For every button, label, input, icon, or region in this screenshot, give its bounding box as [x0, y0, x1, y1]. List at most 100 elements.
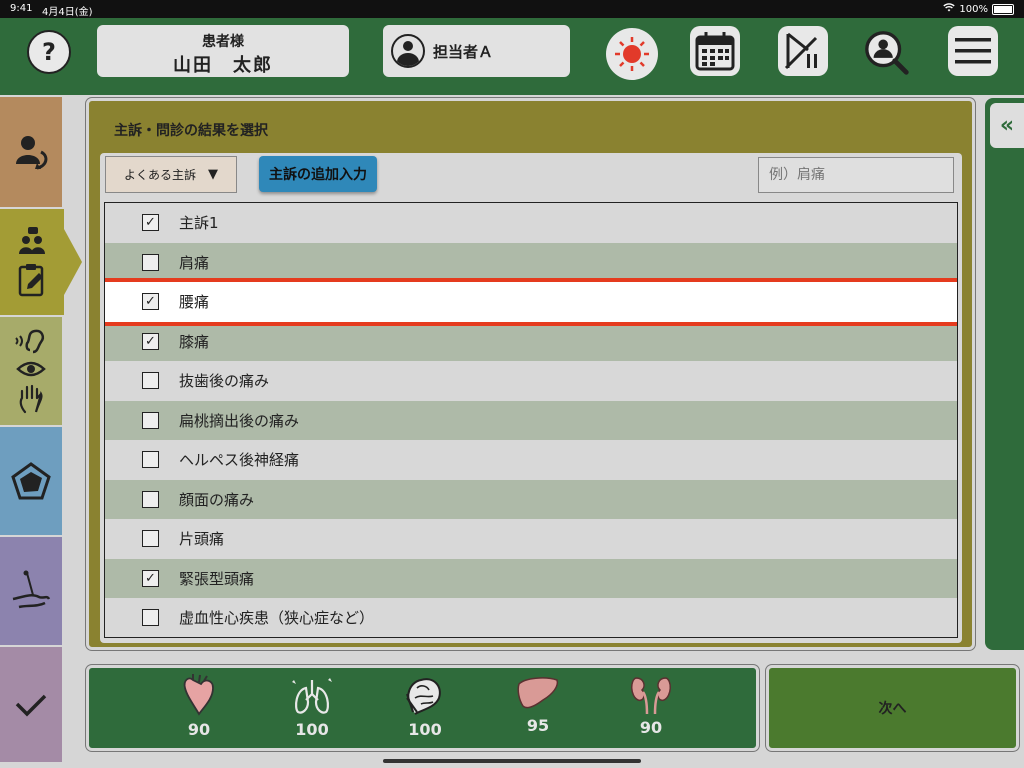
list-item[interactable]: ✓ 主訴1 [105, 203, 957, 243]
list-item[interactable]: 顔面の痛み [105, 479, 957, 519]
list-item-label: 肩痛 [179, 253, 210, 272]
complaint-selector: よくある主訴 ▼ 主訴の追加入力 ✓ 主訴1 肩痛 ✓ 腰痛 ✓ 膝痛 抜歯後の痛み … [100, 153, 962, 643]
sidebar-tab-treatment[interactable] [0, 537, 62, 645]
list-item-label: ヘルペス後神経痛 [179, 451, 300, 470]
add-complaint-button[interactable]: 主訴の追加入力 [259, 156, 377, 192]
next-button[interactable]: 次へ [766, 665, 1019, 751]
complaint-search-input[interactable] [758, 157, 954, 193]
radar-chart-icon [11, 462, 51, 500]
checkbox-checked[interactable]: ✓ [142, 569, 159, 587]
dropdown-arrow-icon: ▼ [208, 167, 218, 182]
header-bar: ? 患者様 山田 太郎 担当者Ａ [0, 18, 1024, 95]
hand-icon [19, 384, 43, 414]
organ-liver: 95 [508, 674, 568, 744]
list-item-label: 膝痛 [179, 332, 210, 351]
status-date: 4月4日(金) [42, 7, 93, 18]
liver-icon [517, 677, 559, 709]
list-item-label: 主訴1 [179, 214, 219, 233]
patient-search-button[interactable] [862, 28, 914, 80]
checkbox-checked[interactable]: ✓ [142, 214, 159, 232]
checkbox[interactable] [142, 372, 159, 390]
list-item[interactable]: 肩痛 [105, 242, 957, 282]
calendar-button[interactable] [690, 26, 740, 76]
avatar-icon [391, 34, 425, 68]
lungs-value: 100 [295, 720, 329, 739]
staff-name: 担当者Ａ [433, 42, 494, 61]
sidebar-tab-reception[interactable] [0, 97, 62, 207]
sidebar-tab-interview[interactable] [0, 209, 82, 315]
staff-card[interactable]: 担当者Ａ [383, 25, 570, 77]
clipboard-edit-icon [18, 264, 44, 297]
status-time: 9:41 [10, 3, 33, 14]
list-item[interactable]: ✓ 腰痛 [105, 278, 957, 326]
status-bar: 9:41 4月4日(金) 100% [0, 0, 1024, 18]
sidebar-tab-complete[interactable] [0, 647, 62, 762]
list-item-label: 抜歯後の痛み [179, 372, 270, 391]
list-item[interactable]: 扁桃摘出後の痛み [105, 400, 957, 440]
checkbox-checked[interactable]: ✓ [142, 293, 159, 311]
battery-icon [992, 3, 1014, 15]
heart-icon [183, 674, 214, 716]
list-item-label: 腰痛 [179, 293, 210, 312]
list-item[interactable]: 片頭痛 [105, 519, 957, 559]
eye-icon [16, 361, 46, 377]
liver-value: 95 [526, 716, 550, 735]
play-pause-button[interactable] [778, 26, 828, 76]
play-pause-icon [784, 32, 818, 70]
status-battery: 100% [943, 3, 1014, 15]
organ-brain: 100 [395, 674, 455, 744]
expand-panel-button[interactable]: « [990, 103, 1024, 148]
battery-percent: 100% [959, 3, 988, 15]
checkmark-icon [15, 694, 47, 716]
step-sidebar [0, 97, 82, 762]
checkbox-checked[interactable]: ✓ [142, 332, 159, 350]
organ-lungs: 100 [282, 674, 342, 744]
checkbox[interactable] [142, 253, 159, 271]
page-title: 主訴・問診の結果を選択 [114, 123, 268, 139]
list-item[interactable]: ✓ 緊張型頭痛 [105, 558, 957, 598]
acupuncture-icon [12, 570, 51, 609]
brain-value: 100 [408, 720, 442, 739]
list-item[interactable]: 虚血性心疾患（狭心症など） [105, 598, 957, 637]
patient-reception-icon [16, 136, 48, 170]
organ-heart: 90 [169, 674, 229, 744]
user-search-icon [865, 31, 909, 75]
sidebar-tab-radar[interactable] [0, 427, 62, 535]
list-item-label: 扁桃摘出後の痛み [179, 411, 300, 430]
kidneys-icon [631, 677, 671, 715]
checkbox[interactable] [142, 490, 159, 508]
patient-card[interactable]: 患者様 山田 太郎 [97, 25, 349, 77]
list-item[interactable]: ヘルペス後神経痛 [105, 440, 957, 480]
kidneys-value: 90 [639, 718, 663, 737]
common-complaints-dropdown[interactable]: よくある主訴 ▼ [105, 156, 237, 193]
organ-kidneys: 90 [621, 674, 681, 744]
home-indicator [383, 759, 641, 763]
help-button[interactable]: ? [27, 30, 71, 74]
sun-icon [615, 37, 649, 71]
organ-status-bar: 90 100 100 95 90 [86, 665, 759, 751]
patient-name: 山田 太郎 [173, 55, 273, 76]
checkbox[interactable] [142, 530, 159, 548]
checkbox[interactable] [142, 609, 159, 627]
checkbox[interactable] [142, 451, 159, 469]
checkbox[interactable] [142, 411, 159, 429]
heart-value: 90 [187, 720, 211, 739]
hamburger-icon [955, 38, 991, 64]
list-item-label: 虚血性心疾患（狭心症など） [179, 609, 375, 628]
consultation-icon [19, 227, 45, 254]
list-item-label: 緊張型頭痛 [179, 569, 255, 588]
sidebar-tab-exam[interactable] [0, 317, 62, 425]
list-item-label: 顔面の痛み [179, 490, 255, 509]
list-item[interactable]: ✓ 膝痛 [105, 321, 957, 361]
alert-sun-button[interactable] [606, 28, 658, 80]
menu-button[interactable] [948, 26, 998, 76]
ear-icon [15, 329, 44, 354]
complaint-list: ✓ 主訴1 肩痛 ✓ 腰痛 ✓ 膝痛 抜歯後の痛み 扁桃摘出後の痛み ヘルペス後神経痛… [104, 202, 958, 638]
calendar-icon [695, 32, 735, 71]
list-item[interactable]: 抜歯後の痛み [105, 361, 957, 401]
brain-icon [406, 678, 441, 715]
right-side-panel: « [985, 98, 1024, 650]
dropdown-label: よくある主訴 [123, 168, 196, 182]
patient-label: 患者様 [202, 34, 244, 50]
main-panel: 主訴・問診の結果を選択 よくある主訴 ▼ 主訴の追加入力 ✓ 主訴1 肩痛 ✓ 腰痛… [86, 98, 975, 650]
